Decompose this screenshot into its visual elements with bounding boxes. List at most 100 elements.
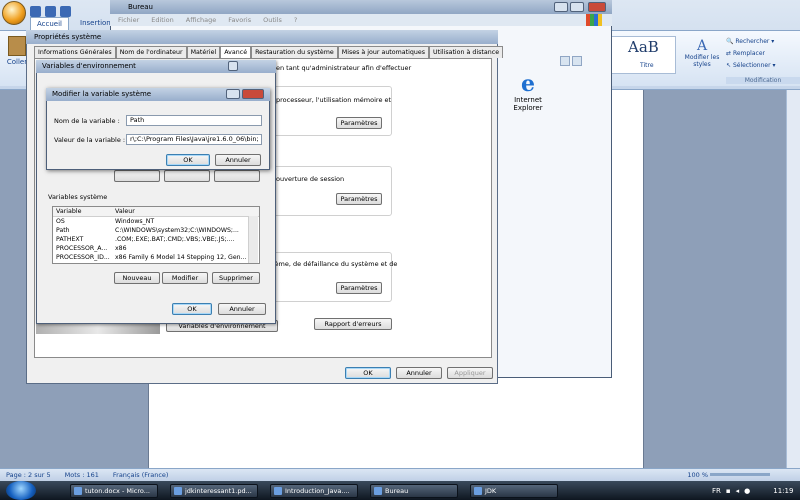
system-tray: FR ▪ ◂ ● 11:19 — [712, 484, 793, 498]
menu-outils[interactable]: Outils — [263, 16, 282, 24]
new-variable-button[interactable]: Nouveau — [114, 272, 160, 284]
props-apply-button[interactable]: Appliquer — [447, 367, 493, 379]
menu-fichier[interactable]: Fichier — [118, 16, 139, 24]
table-row[interactable]: PATHEXT .COM;.EXE;.BAT;.CMD;.VBS;.VBE;.J… — [53, 235, 259, 244]
tab-general[interactable]: Informations Générales — [34, 46, 116, 58]
status-bar: Page : 2 sur 5 Mots : 161 Français (Fran… — [0, 468, 800, 481]
bureau-title: Bureau — [110, 0, 612, 14]
menu-favoris[interactable]: Favoris — [228, 16, 251, 24]
env-help-button[interactable] — [228, 61, 238, 71]
modify-styles-button[interactable]: A Modifier les styles — [682, 38, 722, 68]
minimize-button[interactable] — [554, 2, 568, 12]
zoom-level[interactable]: 100 % — [687, 471, 708, 479]
bureau-menu-bar: Fichier Edition Affichage Favoris Outils… — [110, 14, 612, 26]
startup-recovery-text: tème, de défaillance du système et de — [272, 260, 398, 268]
find-button[interactable]: 🔍 Rechercher ▾ — [726, 36, 800, 48]
address-controls — [560, 56, 582, 66]
quick-access-toolbar — [30, 4, 71, 18]
vertical-scrollbar[interactable] — [786, 90, 800, 468]
windows-logo-icon — [586, 14, 602, 26]
table-row[interactable]: PROCESSOR_ID... x86 Family 6 Model 14 St… — [53, 253, 259, 262]
col-valeur[interactable]: Valeur — [115, 208, 249, 215]
volume-icon[interactable]: ◂ — [736, 487, 740, 495]
props-cancel-button[interactable]: Annuler — [396, 367, 442, 379]
edit-cancel-button[interactable]: Annuler — [215, 154, 261, 166]
user-var-edit-button[interactable] — [164, 170, 210, 182]
var-value-input[interactable]: r\;C:\Program Files\Java\jre1.6.0_06\bin… — [126, 134, 262, 145]
props-tab-bar: Informations Générales Nom de l'ordinate… — [34, 45, 504, 59]
user-var-new-button[interactable] — [114, 170, 160, 182]
var-name-label: Nom de la variable : — [54, 117, 120, 125]
save-icon[interactable] — [30, 5, 41, 17]
internet-explorer-shortcut[interactable]: e Internet Explorer — [510, 72, 546, 112]
taskbar-item-word[interactable]: tuton.docx - Micro... — [70, 484, 158, 498]
taskbar-item-bureau[interactable]: Bureau — [370, 484, 458, 498]
go-icon[interactable] — [572, 56, 582, 66]
taskbar-item-jdk[interactable]: JDK — [470, 484, 558, 498]
ie-icon: e — [521, 71, 535, 97]
tab-system-restore[interactable]: Restauration du système — [251, 46, 338, 58]
menu-affichage[interactable]: Affichage — [186, 16, 217, 24]
menu-help[interactable]: ? — [294, 16, 297, 24]
language-indicator[interactable]: Français (France) — [113, 471, 169, 479]
security-icon[interactable]: ● — [744, 487, 750, 495]
env-dialog-title: Variables d'environnement — [36, 60, 276, 73]
dropdown-icon[interactable] — [560, 56, 570, 66]
replace-button[interactable]: ⇄ Remplacer — [726, 48, 800, 60]
table-row[interactable]: PROCESSOR_A... x86 — [53, 244, 259, 253]
close-button[interactable] — [588, 2, 606, 12]
tab-auto-updates[interactable]: Mises à jour automatiques — [337, 46, 429, 58]
network-icon[interactable]: ▪ — [726, 487, 731, 495]
group-label-modification: Modification — [726, 77, 800, 84]
tab-computer-name[interactable]: Nom de l'ordinateur — [115, 46, 187, 58]
office-button[interactable] — [2, 1, 26, 25]
user-var-delete-button[interactable] — [214, 170, 260, 182]
table-row[interactable]: OS Windows_NT — [53, 217, 259, 226]
edit-ok-button[interactable]: OK — [166, 154, 210, 166]
edit-variable-button[interactable]: Modifier — [162, 272, 208, 284]
tab-accueil[interactable]: Accueil — [30, 17, 69, 30]
redo-icon[interactable] — [60, 5, 71, 17]
user-profiles-text: ouverture de session — [276, 175, 345, 183]
undo-icon[interactable] — [45, 5, 56, 17]
zoom-slider[interactable] — [710, 473, 770, 476]
tab-advanced[interactable]: Avancé — [220, 45, 252, 59]
var-value-label: Valeur de la variable : — [54, 136, 126, 144]
style-name: Titre — [640, 62, 654, 69]
delete-variable-button[interactable]: Supprimer — [212, 272, 260, 284]
user-profiles-group — [268, 166, 392, 216]
word-count[interactable]: Mots : 161 — [65, 471, 99, 479]
page-count[interactable]: Page : 2 sur 5 — [6, 471, 51, 479]
edit-close-button[interactable] — [242, 89, 264, 99]
start-button[interactable] — [6, 481, 36, 500]
style-preview[interactable]: AaB — [628, 38, 659, 56]
menu-edition[interactable]: Edition — [151, 16, 174, 24]
clock[interactable]: 11:19 — [773, 487, 793, 495]
env-ok-button[interactable]: OK — [172, 303, 212, 315]
col-variable[interactable]: Variable — [53, 208, 115, 215]
performance-text: processeur, l'utilisation mémoire et — [276, 96, 392, 104]
system-variables-label: Variables système — [48, 193, 108, 201]
editing-group: 🔍 Rechercher ▾ ⇄ Remplacer ↖ Sélectionne… — [726, 36, 800, 72]
props-ok-button[interactable]: OK — [345, 367, 391, 379]
table-row[interactable]: Path C:\WINDOWS\system32;C:\WINDOWS;... — [53, 226, 259, 235]
performance-settings-button[interactable]: Paramètres — [336, 117, 382, 129]
error-reporting-button[interactable]: Rapport d'erreurs — [314, 318, 392, 330]
maximize-button[interactable] — [570, 2, 584, 12]
admin-note: en tant qu'administrateur afin d'effectu… — [276, 64, 412, 72]
edit-help-button[interactable] — [226, 89, 240, 99]
list-scrollbar[interactable] — [248, 216, 258, 263]
tab-remote[interactable]: Utilisation à distance — [429, 46, 504, 58]
list-header: Variable Valeur — [53, 207, 259, 217]
language-indicator-tray[interactable]: FR — [712, 487, 721, 495]
taskbar-item-intro-java[interactable]: Introduction_Java.... — [270, 484, 358, 498]
env-cancel-button[interactable]: Annuler — [218, 303, 266, 315]
system-variables-list[interactable]: Variable Valeur OS Windows_NT Path C:\WI… — [52, 206, 260, 264]
select-button[interactable]: ↖ Sélectionner ▾ — [726, 60, 800, 72]
startup-settings-button[interactable]: Paramètres — [336, 282, 382, 294]
styles-a-icon: A — [696, 38, 708, 54]
tab-hardware[interactable]: Matériel — [186, 46, 221, 58]
profiles-settings-button[interactable]: Paramètres — [336, 193, 382, 205]
var-name-input[interactable]: Path — [126, 115, 262, 126]
taskbar-item-pdf[interactable]: jdkinteressant1.pd... — [170, 484, 258, 498]
